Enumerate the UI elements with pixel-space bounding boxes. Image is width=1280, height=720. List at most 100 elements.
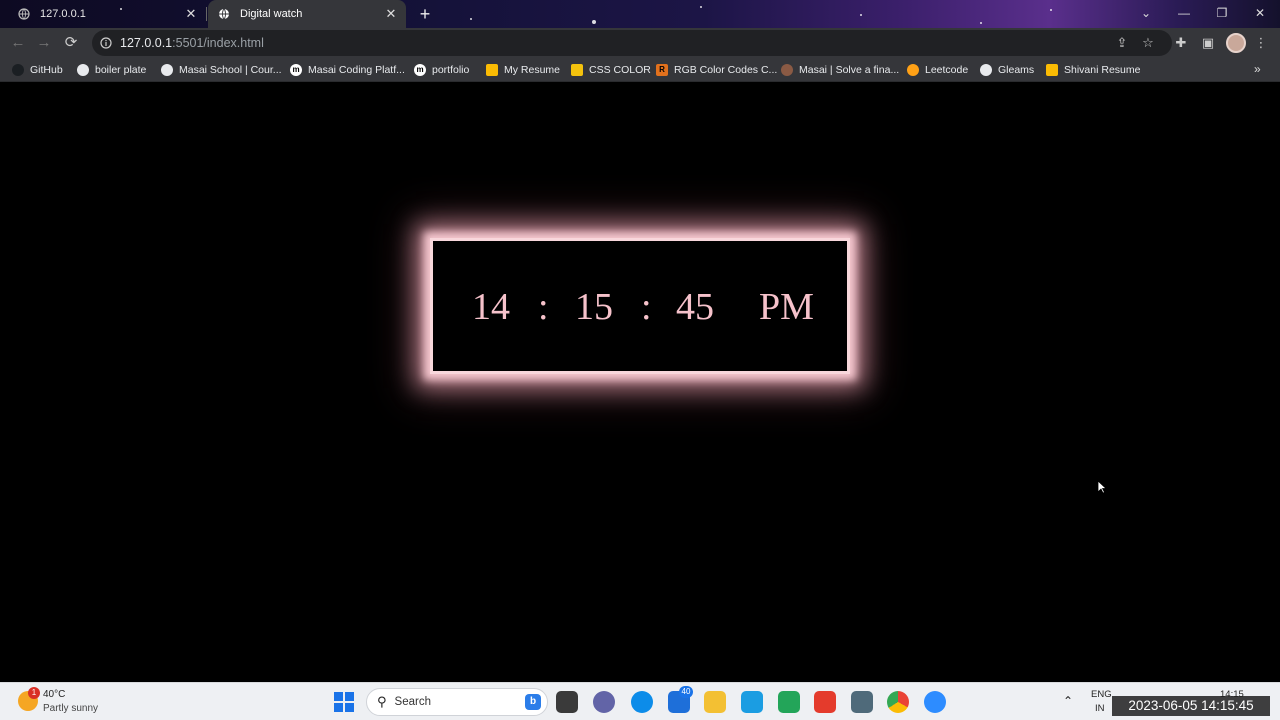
task-view-icon[interactable] xyxy=(556,691,578,713)
bookmark-boiler-plate[interactable]: boiler plate xyxy=(77,62,146,78)
remote-desktop-icon[interactable] xyxy=(741,691,763,713)
profile-avatar[interactable] xyxy=(1226,33,1246,53)
close-tab-icon[interactable]: ✕ xyxy=(182,5,200,23)
bookmark-masai-school[interactable]: Masai School | Cour... xyxy=(161,62,282,78)
bookmark-rgb-color-codes[interactable]: R RGB Color Codes C... xyxy=(656,62,777,78)
menu-kebab-icon[interactable]: ⋮ xyxy=(1251,33,1271,53)
tab-title: 127.0.0.1 xyxy=(40,8,86,20)
side-panel-icon[interactable]: ▣ xyxy=(1198,33,1218,53)
bookmark-label: Leetcode xyxy=(925,64,969,76)
bookmark-label: Masai School | Cour... xyxy=(179,64,282,76)
restore-button[interactable]: ❐ xyxy=(1203,0,1241,26)
chrome-icon[interactable] xyxy=(887,691,909,713)
language-indicator[interactable]: ENG xyxy=(1091,689,1112,700)
windows-taskbar: 1 40°C Partly sunny ⚲ Search b 40 ⌃ ENG … xyxy=(0,682,1280,720)
page-viewport: 14 : 15 : 45 PM xyxy=(0,83,1280,682)
bookmarks-overflow-chevron-icon[interactable]: » xyxy=(1254,62,1261,76)
url-path: :5501/index.html xyxy=(172,36,264,50)
windows-start-icon[interactable] xyxy=(334,692,354,712)
r-icon: R xyxy=(656,64,668,76)
tab-localhost[interactable]: 127.0.0.1 ✕ xyxy=(8,0,206,28)
language-region[interactable]: IN xyxy=(1095,703,1105,714)
globe-icon xyxy=(18,8,30,20)
bookmark-leetcode[interactable]: Leetcode xyxy=(907,62,968,78)
m-icon: m xyxy=(290,64,302,76)
clock-period: PM xyxy=(759,286,814,328)
bookmark-label: Shivani Resume xyxy=(1064,64,1141,76)
zoom-icon[interactable] xyxy=(924,691,946,713)
clock-hours: 14 xyxy=(472,286,510,328)
bookmark-css-color[interactable]: CSS COLOR xyxy=(571,62,651,78)
forward-button[interactable]: → xyxy=(32,31,56,55)
reload-button[interactable]: ⟳ xyxy=(59,31,83,55)
tray-chevron-up-icon[interactable]: ⌃ xyxy=(1063,694,1073,708)
globe-icon xyxy=(161,64,173,76)
url-host: 127.0.0.1 xyxy=(120,36,173,50)
bookmark-label: RGB Color Codes C... xyxy=(674,64,778,76)
bookmark-label: CSS COLOR xyxy=(589,64,651,76)
clock-seconds: 45 xyxy=(676,286,714,328)
drive-icon xyxy=(1046,64,1058,76)
bookmark-portfolio[interactable]: m portfolio xyxy=(414,62,469,78)
tab-search-chevron-icon[interactable]: ⌄ xyxy=(1127,0,1165,26)
leetcode-icon xyxy=(907,64,919,76)
vscode-icon[interactable] xyxy=(778,691,800,713)
bookmark-github[interactable]: GitHub xyxy=(12,62,63,78)
taskbar-search[interactable]: ⚲ Search b xyxy=(366,688,548,716)
globe-icon xyxy=(980,64,992,76)
avatar-icon xyxy=(781,64,793,76)
github-icon xyxy=(12,64,24,76)
m-icon: m xyxy=(414,64,426,76)
close-window-button[interactable]: ✕ xyxy=(1241,0,1279,26)
bookmark-star-icon[interactable]: ☆ xyxy=(1138,33,1158,53)
bookmark-masai-solve[interactable]: Masai | Solve a fina... xyxy=(781,62,899,78)
globe-icon xyxy=(219,8,229,20)
bookmark-label: GitHub xyxy=(30,64,63,76)
extensions-puzzle-icon[interactable]: ✚ xyxy=(1171,33,1191,53)
search-icon: ⚲ xyxy=(377,694,387,709)
clock-separator: : xyxy=(641,286,652,328)
teams-chat-icon[interactable] xyxy=(593,691,615,713)
search-label: Search xyxy=(394,696,431,708)
tab-separator xyxy=(206,7,207,21)
browser-toolbar: ← → ⟳ 127.0.0.1:5501/index.html ⇪ ☆ ✚ ▣ … xyxy=(0,28,1280,58)
minimize-button[interactable]: — xyxy=(1165,0,1203,26)
tab-digital-watch[interactable]: Digital watch ✕ xyxy=(208,0,406,28)
bookmark-label: My Resume xyxy=(504,64,561,76)
share-icon[interactable]: ⇪ xyxy=(1112,33,1132,53)
bookmark-shivani-resume[interactable]: Shivani Resume xyxy=(1046,62,1140,78)
star-decoration xyxy=(860,14,862,16)
star-decoration xyxy=(700,6,702,8)
bookmark-gleams[interactable]: Gleams xyxy=(980,62,1034,78)
weather-badge: 1 xyxy=(28,687,40,699)
back-button[interactable]: ← xyxy=(6,31,30,55)
globe-icon xyxy=(77,64,89,76)
bookmarks-bar: GitHub boiler plate Masai School | Cour.… xyxy=(0,58,1280,82)
bookmark-label: Masai Coding Platf... xyxy=(308,64,405,76)
star-decoration xyxy=(470,18,472,20)
app-icon[interactable] xyxy=(851,691,873,713)
clock-minutes: 15 xyxy=(575,286,613,328)
close-tab-icon[interactable]: ✕ xyxy=(382,5,400,23)
bing-icon[interactable]: b xyxy=(525,694,541,710)
mouse-cursor-icon xyxy=(1097,480,1107,494)
edge-icon[interactable] xyxy=(631,691,653,713)
bookmark-label: Gleams xyxy=(998,64,1035,76)
drive-icon xyxy=(486,64,498,76)
info-icon[interactable] xyxy=(100,37,112,49)
bookmark-my-resume[interactable]: My Resume xyxy=(486,62,560,78)
weather-temperature[interactable]: 40°C xyxy=(43,689,65,700)
wps-office-icon[interactable] xyxy=(814,691,836,713)
bookmark-masai-coding[interactable]: m Masai Coding Platf... xyxy=(290,62,405,78)
recording-timestamp-overlay: 2023-06-05 14:15:45 xyxy=(1112,696,1270,716)
tab-title: Digital watch xyxy=(240,8,303,20)
file-explorer-icon[interactable] xyxy=(704,691,726,713)
star-decoration xyxy=(592,20,596,24)
browser-tab-strip: 127.0.0.1 ✕ Digital watch ✕ + ⌄ — ❐ ✕ xyxy=(0,0,1280,28)
mail-badge: 40 xyxy=(679,686,693,698)
address-bar[interactable]: 127.0.0.1:5501/index.html xyxy=(92,30,1172,56)
weather-description[interactable]: Partly sunny xyxy=(43,703,98,714)
bookmark-label: Masai | Solve a fina... xyxy=(799,64,900,76)
star-decoration xyxy=(980,22,982,24)
new-tab-button[interactable]: + xyxy=(414,3,436,25)
